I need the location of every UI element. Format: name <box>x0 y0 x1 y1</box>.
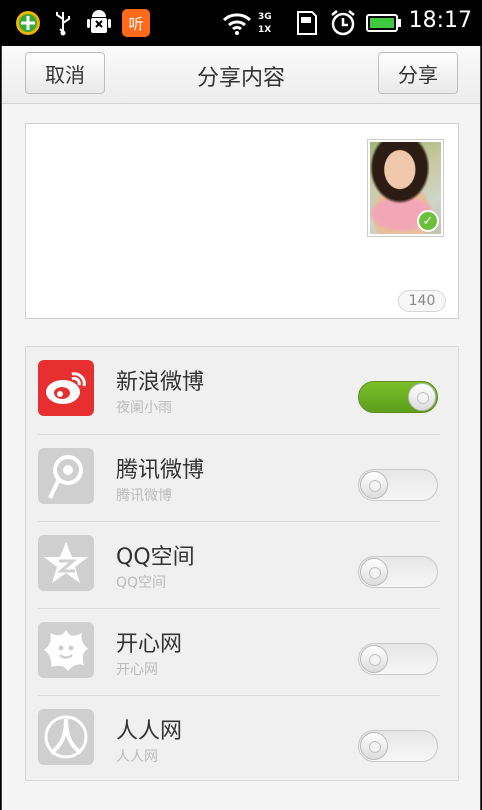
platform-account: 人人网 <box>116 749 158 765</box>
platform-row-sina[interactable]: 新浪微博 夜阑小雨 <box>38 347 440 434</box>
platform-name: 腾讯微博 <box>116 458 205 483</box>
app-icon <box>14 9 42 37</box>
network-type-label: 3G <box>258 11 272 22</box>
wifi-icon <box>222 9 252 37</box>
battery-icon <box>366 9 402 37</box>
platform-row-renren[interactable]: 人人网 人人网 <box>38 696 440 783</box>
clock: 18:17 <box>408 8 472 33</box>
kaixin-toggle[interactable] <box>358 643 438 675</box>
tencent-toggle[interactable] <box>358 469 438 501</box>
toggle-knob <box>408 383 436 411</box>
qzone-toggle[interactable] <box>358 556 438 588</box>
share-screen: 取消 分享内容 分享 ✓ 140 新浪微博 夜阑小雨 腾讯微博 腾讯微博 QQ空… <box>1 46 481 810</box>
platform-account: 夜阑小雨 <box>116 400 172 416</box>
signal-icon: 3G 1X <box>258 9 288 37</box>
share-text-input[interactable]: ✓ 140 <box>25 123 459 319</box>
svg-text:听: 听 <box>128 15 143 33</box>
attachment-thumbnail[interactable]: ✓ <box>367 139 444 237</box>
platform-list: 新浪微博 夜阑小雨 腾讯微博 腾讯微博 QQ空间 QQ空间 开心网 开心网 人人… <box>25 346 459 781</box>
platform-account: QQ空间 <box>116 575 167 591</box>
music-app-icon: 听 <box>120 9 152 37</box>
platform-row-qzone[interactable]: QQ空间 QQ空间 <box>38 522 440 609</box>
android-debug-icon <box>86 9 112 37</box>
platform-account: 开心网 <box>116 662 158 678</box>
toggle-knob <box>360 471 388 499</box>
toggle-knob <box>360 732 388 760</box>
checkmark-icon: ✓ <box>417 210 439 232</box>
platform-name: 人人网 <box>116 719 183 744</box>
platform-row-kaixin[interactable]: 开心网 开心网 <box>38 609 440 696</box>
platform-row-tencent[interactable]: 腾讯微博 腾讯微博 <box>38 435 440 522</box>
platform-name: 开心网 <box>116 632 183 657</box>
renren-icon <box>38 709 94 765</box>
share-button[interactable]: 分享 <box>378 52 458 94</box>
qzone-icon <box>38 535 94 591</box>
toggle-knob <box>360 558 388 586</box>
toggle-knob <box>360 645 388 673</box>
char-counter: 140 <box>398 290 446 312</box>
platform-account: 腾讯微博 <box>116 488 172 504</box>
title-bar: 取消 分享内容 分享 <box>2 46 480 104</box>
usb-icon <box>52 9 74 37</box>
tencent-weibo-icon <box>38 448 94 504</box>
kaixin-icon <box>38 622 94 678</box>
status-bar: 听 3G 1X 18:17 <box>0 0 482 46</box>
sina-toggle[interactable] <box>358 381 438 413</box>
platform-name: 新浪微博 <box>116 370 205 395</box>
secondary-network-label: 1X <box>258 24 272 35</box>
alarm-icon <box>328 9 358 37</box>
sd-card-icon <box>296 9 318 37</box>
platform-name: QQ空间 <box>116 545 195 570</box>
renren-toggle[interactable] <box>358 730 438 762</box>
sina-weibo-icon <box>38 360 94 416</box>
